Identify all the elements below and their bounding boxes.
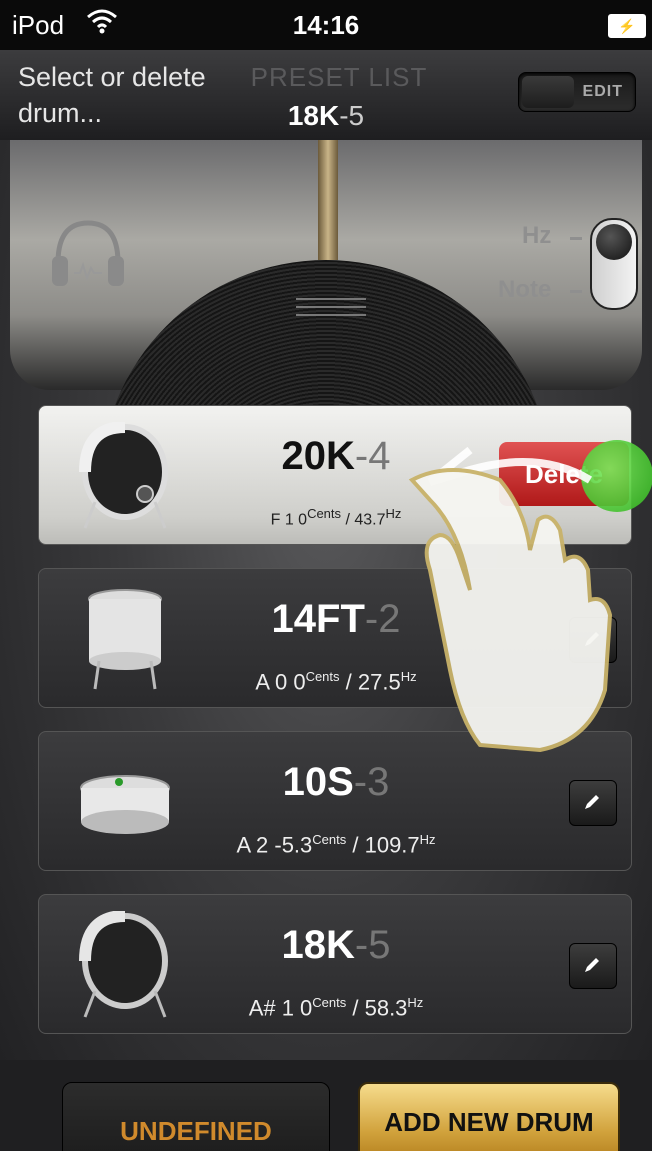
app-screen: iPod 14:16 ⚡ Select or delete drum... PR… <box>0 0 652 1151</box>
status-bar: iPod 14:16 ⚡ <box>0 0 652 50</box>
preset-name: 10S-3 <box>39 760 633 805</box>
preset-name: 18K-5 <box>39 923 633 968</box>
note-label: Note <box>498 276 552 303</box>
preset-tuning: A 0 0Cents / 27.5Hz <box>39 669 633 695</box>
tuning-note: A# 1 0 <box>248 995 313 1021</box>
note-indicator <box>570 290 582 293</box>
hz-unit: Hz <box>385 506 402 521</box>
preset-tuning: A# 1 0Cents / 58.3Hz <box>39 995 633 1021</box>
clock: 14:16 <box>292 10 360 40</box>
hz-note-switch[interactable] <box>590 218 638 310</box>
preset-name-suffix: -2 <box>364 597 401 641</box>
hz-note-switch-knob[interactable] <box>596 224 632 260</box>
edit-toggle-label: EDIT <box>582 83 623 100</box>
hz-label: Hz <box>522 222 552 249</box>
tuner-needle <box>318 140 338 260</box>
edit-preset-button[interactable] <box>569 617 617 663</box>
tuning-frequency: / 58.3 <box>346 995 408 1021</box>
preset-name: 14FT-2 <box>39 597 633 642</box>
edit-preset-button[interactable] <box>569 943 617 989</box>
preset-name-main: 14FT <box>271 597 365 641</box>
preset-tuning: A 2 -5.3Cents / 109.7Hz <box>39 832 633 858</box>
tuning-frequency: / 109.7 <box>346 832 420 858</box>
cents-unit: Cents <box>305 669 340 684</box>
drag-handle[interactable] <box>296 298 366 318</box>
preset-card-20k[interactable]: 20K-4 F 1 0Cents / 43.7Hz Delete <box>38 405 652 545</box>
add-new-drum-button[interactable]: ADD NEW DRUM <box>358 1082 620 1151</box>
pencil-icon <box>585 632 599 646</box>
edit-preset-button[interactable] <box>569 780 617 826</box>
hz-unit: Hz <box>400 669 417 684</box>
preset-name-main: 18K <box>281 923 355 967</box>
cents-unit: Cents <box>307 506 342 521</box>
pencil-icon <box>585 795 599 809</box>
tuning-frequency: / 27.5 <box>339 669 401 695</box>
tuning-note: A 2 -5.3 <box>236 832 313 858</box>
current-preset-name: 18K <box>287 100 340 131</box>
preset-name-suffix: -4 <box>354 434 391 478</box>
hz-indicator <box>570 237 582 240</box>
preset-name-main: 20K <box>281 434 355 478</box>
preset-name-suffix: -5 <box>354 923 391 967</box>
preset-name-suffix: -3 <box>353 760 390 804</box>
headphones-icon[interactable] <box>48 218 128 288</box>
undefined-button[interactable]: UNDEFINED <box>62 1082 330 1151</box>
preset-card-18k[interactable]: 18K-5 A# 1 0Cents / 58.3Hz <box>38 894 632 1034</box>
tuning-frequency: / 43.7 <box>341 511 386 529</box>
preset-card-14ft[interactable]: 14FT-2 A 0 0Cents / 27.5Hz <box>38 568 632 708</box>
cents-unit: Cents <box>312 995 347 1010</box>
preset-card-10s[interactable]: 10S-3 A 2 -5.3Cents / 109.7Hz <box>38 731 632 871</box>
tuning-note: A 0 0 <box>255 669 306 695</box>
preset-tuning: F 1 0Cents / 43.7Hz <box>39 506 633 529</box>
cents-unit: Cents <box>312 832 347 847</box>
preset-name-main: 10S <box>282 760 354 804</box>
tuning-note: F 1 0 <box>270 511 308 529</box>
edit-toggle-knob[interactable] <box>522 76 574 108</box>
hz-unit: Hz <box>407 995 424 1010</box>
pencil-icon <box>585 958 599 972</box>
touch-indicator <box>581 440 652 512</box>
battery-icon: ⚡ <box>608 14 646 38</box>
edit-toggle[interactable]: EDIT <box>518 72 636 112</box>
current-preset-suffix: -5 <box>339 100 365 131</box>
hz-unit: Hz <box>419 832 436 847</box>
